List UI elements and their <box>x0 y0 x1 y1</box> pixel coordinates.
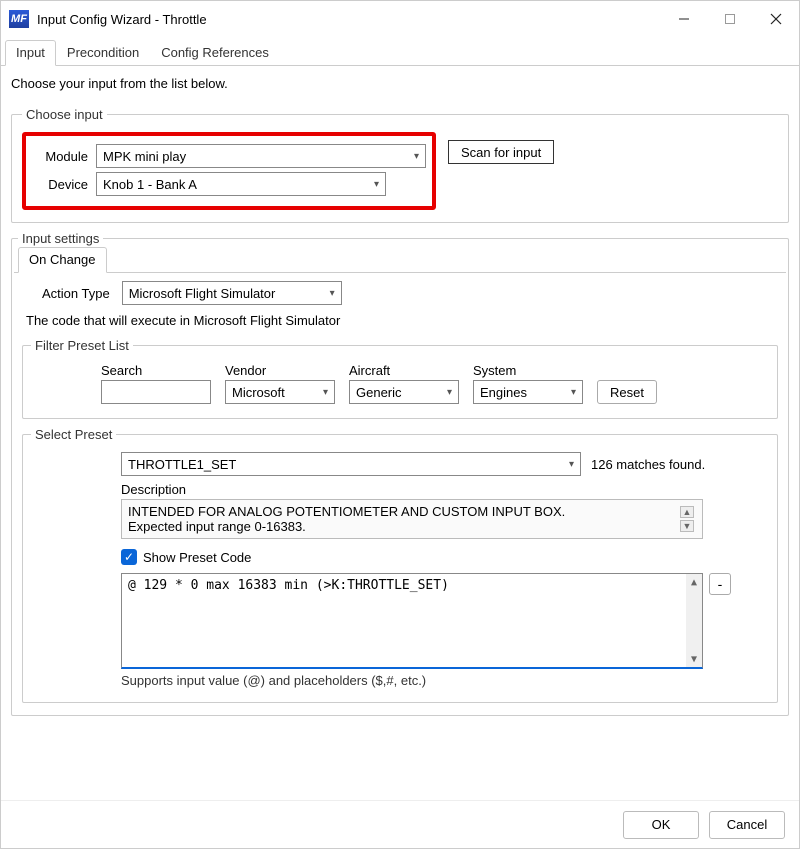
device-select[interactable]: Knob 1 - Bank A ▾ <box>96 172 386 196</box>
highlighted-module-device: Module MPK mini play ▾ Device Knob 1 - B… <box>22 132 436 210</box>
input-settings-legend: Input settings <box>18 231 103 246</box>
minimize-icon <box>678 13 690 25</box>
preset-code-text: @ 129 * 0 max 16383 min (>K:THROTTLE_SET… <box>122 574 686 667</box>
chevron-down-icon: ▾ <box>374 179 379 190</box>
matches-found-text: 126 matches found. <box>591 457 705 472</box>
tab-input[interactable]: Input <box>5 40 56 66</box>
input-settings-tabs: On Change <box>14 246 786 273</box>
module-value: MPK mini play <box>103 149 186 164</box>
maximize-button[interactable] <box>707 3 753 35</box>
preset-code-textarea[interactable]: @ 129 * 0 max 16383 min (>K:THROTTLE_SET… <box>121 573 703 669</box>
filter-preset-legend: Filter Preset List <box>31 338 133 353</box>
action-type-select[interactable]: Microsoft Flight Simulator ▾ <box>122 281 342 305</box>
scroll-up-icon[interactable]: ▲ <box>680 506 694 518</box>
dialog-footer: OK Cancel <box>1 800 799 848</box>
description-line1: INTENDED FOR ANALOG POTENTIOMETER AND CU… <box>128 504 676 519</box>
system-select[interactable]: Engines ▾ <box>473 380 583 404</box>
vendor-label: Vendor <box>225 363 335 378</box>
cancel-button[interactable]: Cancel <box>709 811 785 839</box>
reset-button[interactable]: Reset <box>597 380 657 404</box>
maximize-icon <box>724 13 736 25</box>
scroll-down-icon[interactable]: ▼ <box>680 520 694 532</box>
description-line2: Expected input range 0-16383. <box>128 519 676 534</box>
main-tabs: Input Precondition Config References <box>1 39 799 66</box>
device-label: Device <box>32 177 96 192</box>
preset-value: THROTTLE1_SET <box>128 457 236 472</box>
input-settings-group: Input settings On Change Action Type Mic… <box>11 231 789 716</box>
action-type-value: Microsoft Flight Simulator <box>129 286 276 301</box>
minimize-button[interactable] <box>661 3 707 35</box>
code-hint-text: Supports input value (@) and placeholder… <box>121 673 769 688</box>
aircraft-label: Aircraft <box>349 363 459 378</box>
scan-for-input-button[interactable]: Scan for input <box>448 140 554 164</box>
device-value: Knob 1 - Bank A <box>103 177 197 192</box>
preset-select[interactable]: THROTTLE1_SET ▾ <box>121 452 581 476</box>
chevron-down-icon: ▾ <box>569 459 574 470</box>
module-select[interactable]: MPK mini play ▾ <box>96 144 426 168</box>
tab-on-change[interactable]: On Change <box>18 247 107 273</box>
show-preset-code-label: Show Preset Code <box>143 550 251 565</box>
select-preset-group: Select Preset THROTTLE1_SET ▾ 126 matche… <box>22 427 778 703</box>
instruction-text: Choose your input from the list below. <box>11 76 789 91</box>
content-area: Choose your input from the list below. C… <box>1 66 799 800</box>
search-label: Search <box>101 363 211 378</box>
tab-precondition[interactable]: Precondition <box>56 40 150 66</box>
close-button[interactable] <box>753 3 799 35</box>
close-icon <box>770 13 782 25</box>
chevron-down-icon: ▾ <box>571 387 576 398</box>
system-value: Engines <box>480 385 527 400</box>
ok-button[interactable]: OK <box>623 811 699 839</box>
module-label: Module <box>32 149 96 164</box>
vendor-select[interactable]: Microsoft ▾ <box>225 380 335 404</box>
description-scroll[interactable]: ▲ ▼ <box>680 504 696 534</box>
tab-config-references[interactable]: Config References <box>150 40 280 66</box>
description-label: Description <box>121 482 769 497</box>
chevron-down-icon: ▾ <box>447 387 452 398</box>
vendor-value: Microsoft <box>232 385 285 400</box>
code-scrollbar[interactable]: ▲ ▼ <box>686 574 702 667</box>
remove-code-button[interactable]: - <box>709 573 731 595</box>
code-exec-text: The code that will execute in Microsoft … <box>26 313 782 328</box>
aircraft-value: Generic <box>356 385 402 400</box>
filter-preset-group: Filter Preset List Search Vendor Microso… <box>22 338 778 419</box>
search-input[interactable] <box>101 380 211 404</box>
titlebar: MF Input Config Wizard - Throttle <box>1 1 799 37</box>
chevron-down-icon: ▾ <box>330 288 335 299</box>
select-preset-legend: Select Preset <box>31 427 116 442</box>
choose-input-legend: Choose input <box>22 107 107 122</box>
chevron-down-icon: ▾ <box>323 387 328 398</box>
window-root: MF Input Config Wizard - Throttle Input … <box>0 0 800 849</box>
system-label: System <box>473 363 583 378</box>
aircraft-select[interactable]: Generic ▾ <box>349 380 459 404</box>
show-preset-code-checkbox[interactable]: ✓ <box>121 549 137 565</box>
chevron-down-icon: ▾ <box>414 151 419 162</box>
window-buttons <box>661 3 799 35</box>
mf-app-icon: MF <box>9 10 29 28</box>
window-title: Input Config Wizard - Throttle <box>37 12 661 27</box>
description-box: INTENDED FOR ANALOG POTENTIOMETER AND CU… <box>121 499 703 539</box>
scroll-down-icon[interactable]: ▼ <box>686 651 702 667</box>
choose-input-group: Choose input Module MPK mini play ▾ Devi… <box>11 107 789 223</box>
scroll-up-icon[interactable]: ▲ <box>686 574 702 590</box>
action-type-label: Action Type <box>42 286 110 301</box>
